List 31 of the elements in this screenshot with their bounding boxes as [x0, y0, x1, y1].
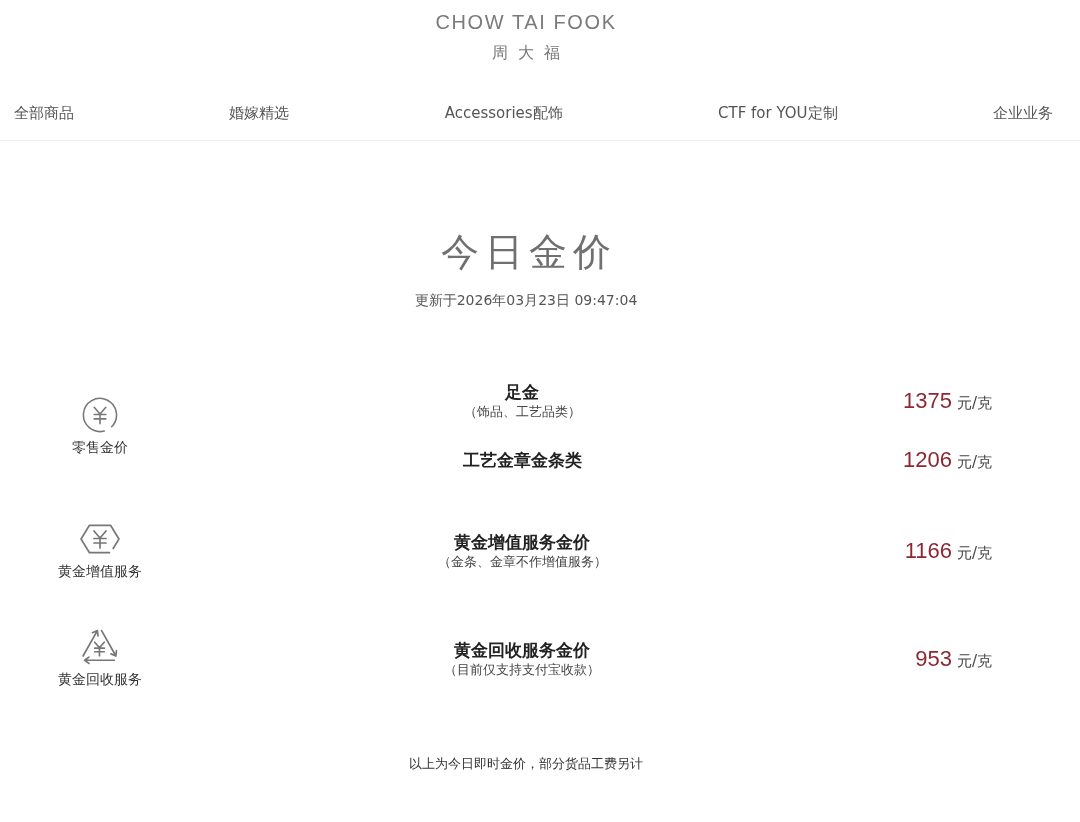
brand-wordmark: CHOW TAI FOOK: [435, 10, 617, 34]
price-unit: 元/克: [956, 452, 992, 472]
category-label: 黄金回收服务: [58, 670, 142, 689]
price-item-name: 黄金增值服务金价: [454, 531, 590, 553]
nav-link[interactable]: 婚嫁精选: [229, 102, 290, 124]
price-value: 1206: [903, 447, 952, 473]
brand-name: 周大福: [491, 42, 570, 64]
recycle-triangle-yen-icon: [80, 629, 120, 665]
price-unit: 元/克: [956, 543, 992, 563]
category-label: 零售金价: [72, 438, 128, 457]
nav-link[interactable]: 企业业务: [992, 102, 1053, 124]
nav-link[interactable]: 全部商品: [14, 102, 74, 124]
price-item-note: （饰品、工艺品类）: [463, 403, 581, 421]
price-unit: 元/克: [956, 393, 992, 413]
price-item-name: 黄金回收服务金价: [454, 639, 590, 661]
yen-gem-icon: [80, 521, 120, 557]
yen-circle-icon: [80, 397, 120, 433]
price-value: 1166: [904, 538, 952, 564]
category-label: 黄金增值服务: [58, 562, 142, 581]
price-value: 953: [915, 646, 952, 672]
nav-link[interactable]: CTF for YOU定制: [718, 102, 838, 124]
price-value: 1375: [903, 388, 952, 414]
price-unit: 元/克: [956, 651, 992, 671]
price-item-note: （目前仅支持支付宝收款）: [444, 661, 600, 679]
page-title: 今日金价: [440, 229, 617, 276]
price-item-note: （金条、金章不作增值服务）: [437, 553, 607, 571]
footnote: 以上为今日即时金价，部分货品工费另计: [409, 755, 643, 773]
price-item-name: 工艺金章金条类: [462, 449, 582, 471]
update-time: 更新于2026年03月23日 09:47:04: [414, 291, 638, 310]
nav-link[interactable]: Accessories配饰: [444, 102, 563, 124]
price-item-name: 足金: [505, 381, 539, 403]
